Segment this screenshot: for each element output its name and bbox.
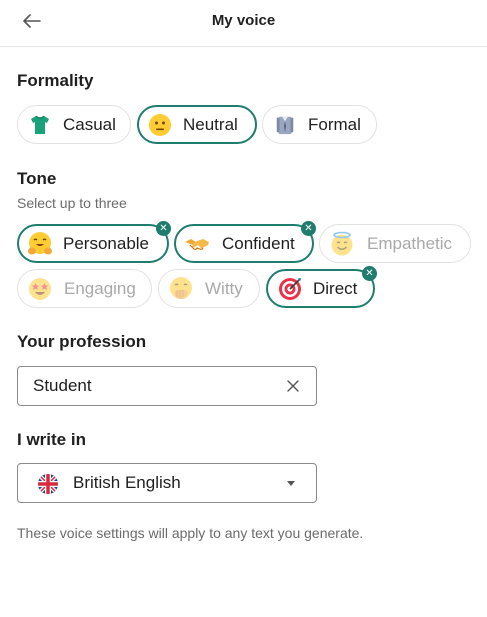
remove-direct-button[interactable]: ✕ [362, 266, 377, 281]
tone-chip-direct[interactable]: Direct [266, 269, 375, 308]
star-struck-icon [27, 276, 53, 302]
profession-field [17, 366, 317, 406]
formality-chip-casual[interactable]: Casual [17, 105, 131, 144]
tshirt-icon [27, 112, 53, 138]
handshake-icon [184, 231, 210, 257]
settings-note: These voice settings will apply to any t… [17, 525, 364, 541]
language-select[interactable]: British English [17, 463, 317, 503]
chip-label: Confident [222, 233, 295, 253]
tone-subtitle: Select up to three [17, 195, 127, 211]
profession-title: Your profession [17, 332, 147, 351]
page-title: My voice [211, 12, 276, 29]
suit-icon [272, 112, 298, 138]
remove-confident-button[interactable]: ✕ [301, 221, 316, 236]
header: My voice [0, 0, 487, 47]
caret-down-icon [287, 481, 295, 486]
tone-chip-personable[interactable]: Personable [17, 224, 169, 263]
uk-flag-icon [38, 474, 58, 494]
chip-label: Formal [308, 114, 361, 134]
language-value: British English [73, 473, 181, 492]
profession-input[interactable] [33, 376, 273, 396]
chip-label: Witty [205, 278, 243, 298]
direct-hit-icon [277, 276, 303, 302]
tone-chip-confident[interactable]: Confident [174, 224, 314, 263]
chip-label: Personable [63, 233, 150, 253]
tone-title: Tone [17, 169, 57, 188]
tone-chip-empathetic[interactable]: Empathetic [319, 224, 471, 263]
tone-chip-witty[interactable]: Witty [158, 269, 260, 308]
neutral-face-icon [147, 112, 173, 138]
remove-personable-button[interactable]: ✕ [156, 221, 171, 236]
face-hand-over-mouth-icon [168, 276, 194, 302]
formality-chip-formal[interactable]: Formal [262, 105, 377, 144]
formality-chip-neutral[interactable]: Neutral [137, 105, 257, 144]
language-title: I write in [17, 430, 86, 449]
chip-label: Engaging [64, 278, 136, 298]
chip-label: Casual [63, 114, 116, 134]
smiling-halo-icon [329, 231, 355, 257]
chip-label: Direct [313, 278, 358, 298]
chip-label: Empathetic [367, 233, 453, 253]
chip-label: Neutral [183, 114, 238, 134]
hugging-face-icon [27, 231, 53, 257]
formality-title: Formality [17, 71, 94, 90]
tone-chip-engaging[interactable]: Engaging [17, 269, 152, 308]
close-icon[interactable] [286, 379, 300, 393]
